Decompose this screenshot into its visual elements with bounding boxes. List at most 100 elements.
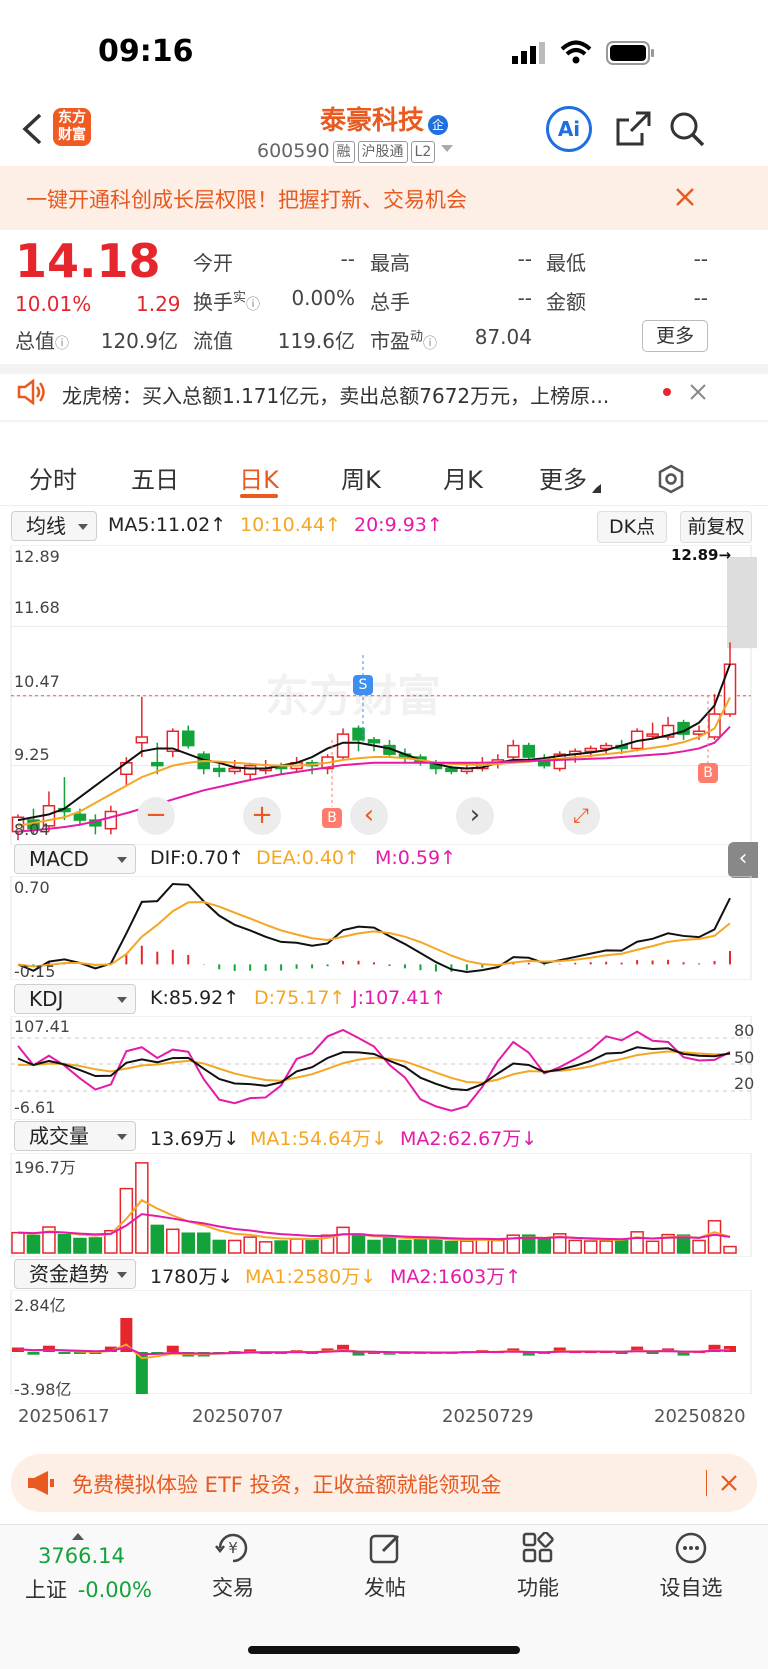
macd-select[interactable]: MACD — [14, 844, 136, 874]
info-icon[interactable]: ⓘ — [246, 297, 260, 313]
share-icon[interactable] — [614, 110, 652, 152]
candle — [522, 744, 536, 758]
tab-five-day[interactable]: 五日 — [110, 460, 200, 495]
buy-marker[interactable]: B — [322, 808, 342, 828]
zoom-out-button[interactable]: − — [137, 797, 175, 835]
label-open: 今开 — [193, 251, 233, 275]
kdj-level-80: 80 — [734, 1021, 755, 1040]
volume-select[interactable]: 成交量 — [14, 1121, 136, 1151]
volume-bar — [583, 1240, 598, 1254]
value-amount: -- — [693, 286, 708, 310]
ma5-label: MA5:11.02↑ — [108, 514, 227, 536]
function-icon[interactable] — [522, 1531, 556, 1568]
macd-chart — [10, 876, 752, 980]
volume-bar — [460, 1240, 474, 1254]
nav-function[interactable]: 功能 — [488, 1572, 588, 1602]
volume-ma2: MA2:62.67万↓ — [400, 1128, 538, 1150]
label-amount: 金额 — [546, 290, 586, 314]
collapse-panel-button[interactable]: ‹ — [728, 842, 758, 878]
close-icon[interactable] — [674, 186, 696, 212]
tab-weekly-k[interactable]: 周K — [316, 460, 406, 495]
trade-icon[interactable]: ¥ — [214, 1530, 252, 1568]
tab-monthly-k[interactable]: 月K — [418, 460, 508, 495]
post-icon[interactable] — [369, 1532, 403, 1568]
fund-select[interactable]: 资金趋势 — [14, 1259, 136, 1289]
tab-intraday[interactable]: 分时 — [8, 460, 98, 495]
label-total-value: 总值 — [15, 329, 55, 353]
info-icon[interactable]: ⓘ — [423, 336, 437, 352]
fund-top: 2.84亿 — [14, 1296, 66, 1315]
value-low: -- — [693, 247, 708, 271]
gear-icon[interactable] — [656, 464, 686, 498]
y-label-3: 10.47 — [14, 672, 60, 691]
candle — [367, 739, 381, 744]
label-high: 最高 — [370, 251, 410, 275]
tag-margin: 融 — [332, 140, 355, 163]
close-icon[interactable] — [689, 383, 707, 405]
value-turnover: 0.00% — [291, 286, 355, 310]
indicator-select[interactable]: 均线 — [11, 511, 97, 541]
dea-line — [17, 901, 731, 968]
fullscreen-icon[interactable]: ⤢ — [562, 797, 600, 835]
candle — [228, 767, 241, 773]
index-value[interactable]: 3766.14 — [38, 1544, 125, 1568]
volume-bar — [475, 1238, 490, 1254]
label-pe: 市盈 — [370, 329, 410, 353]
search-icon[interactable] — [668, 110, 706, 152]
fq-button[interactable]: 前复权 — [680, 511, 752, 543]
max-marker: 12.89→ — [671, 546, 732, 564]
buy-marker[interactable]: B — [698, 763, 718, 783]
value-float-value: 119.6亿 — [277, 329, 355, 353]
pct-change: 10.01% — [15, 292, 92, 316]
volume-bar — [305, 1239, 319, 1254]
triangle-icon — [592, 484, 601, 493]
dk-button[interactable]: DK点 — [597, 511, 667, 543]
volume-bar — [707, 1220, 722, 1254]
chart-frame — [10, 1016, 752, 1120]
sell-marker[interactable]: S — [353, 675, 373, 695]
volume-bar — [336, 1226, 350, 1254]
fund-ma2: MA2:1603万↑ — [390, 1266, 522, 1288]
candle — [243, 764, 257, 775]
tag-l2: L2 — [410, 140, 436, 163]
volume-bar — [599, 1240, 613, 1254]
pan-right-button[interactable]: › — [456, 797, 494, 835]
kdj-select[interactable]: KDJ — [14, 984, 136, 1014]
volume-current: 13.69万↓ — [150, 1128, 240, 1150]
wifi-icon — [560, 40, 592, 68]
home-indicator — [248, 1646, 520, 1654]
volume-bar — [568, 1239, 582, 1254]
badge-icon: 企 — [428, 114, 448, 135]
candle — [708, 713, 721, 738]
label-turnover-sup: 实 — [233, 290, 247, 306]
battery-icon — [606, 41, 656, 69]
volume-bar — [413, 1238, 428, 1254]
nav-post[interactable]: 发帖 — [335, 1572, 435, 1602]
stock-code: 600590 — [257, 140, 330, 162]
pan-left-button[interactable]: ‹ — [350, 797, 388, 835]
volume-bar — [382, 1236, 397, 1254]
fund-bottom: -3.98亿 — [14, 1380, 72, 1399]
chevron-down-icon[interactable] — [441, 145, 454, 158]
kdj-k: K:85.92↑ — [150, 987, 240, 1009]
nav-trade[interactable]: 交易 — [183, 1572, 283, 1602]
info-icon[interactable]: ⓘ — [55, 336, 69, 352]
banner-text: 一键开通科创成长层权限！把握打新、交易机会 — [26, 188, 467, 212]
more-button[interactable]: 更多 — [642, 320, 708, 352]
macd-top: 0.70 — [14, 878, 50, 897]
close-icon[interactable] — [720, 1474, 738, 1496]
date-label: 20250617 — [18, 1406, 110, 1427]
candle — [182, 730, 195, 747]
divider — [706, 1470, 707, 1496]
signal-icon — [512, 42, 548, 68]
more-options-icon[interactable] — [675, 1532, 709, 1568]
ai-button[interactable]: Ai — [546, 106, 592, 152]
candle — [507, 744, 520, 758]
date-label: 20250707 — [192, 1406, 284, 1427]
tab-daily-k[interactable]: 日K — [214, 460, 304, 495]
label-low: 最低 — [546, 251, 586, 275]
nav-watchlist[interactable]: 设自选 — [641, 1572, 741, 1602]
notice-text[interactable]: 龙虎榜：买入总额1.171亿元，卖出总额7672万元，上榜原... — [62, 380, 652, 409]
volume-bar — [537, 1238, 552, 1254]
zoom-in-button[interactable]: + — [243, 797, 281, 835]
